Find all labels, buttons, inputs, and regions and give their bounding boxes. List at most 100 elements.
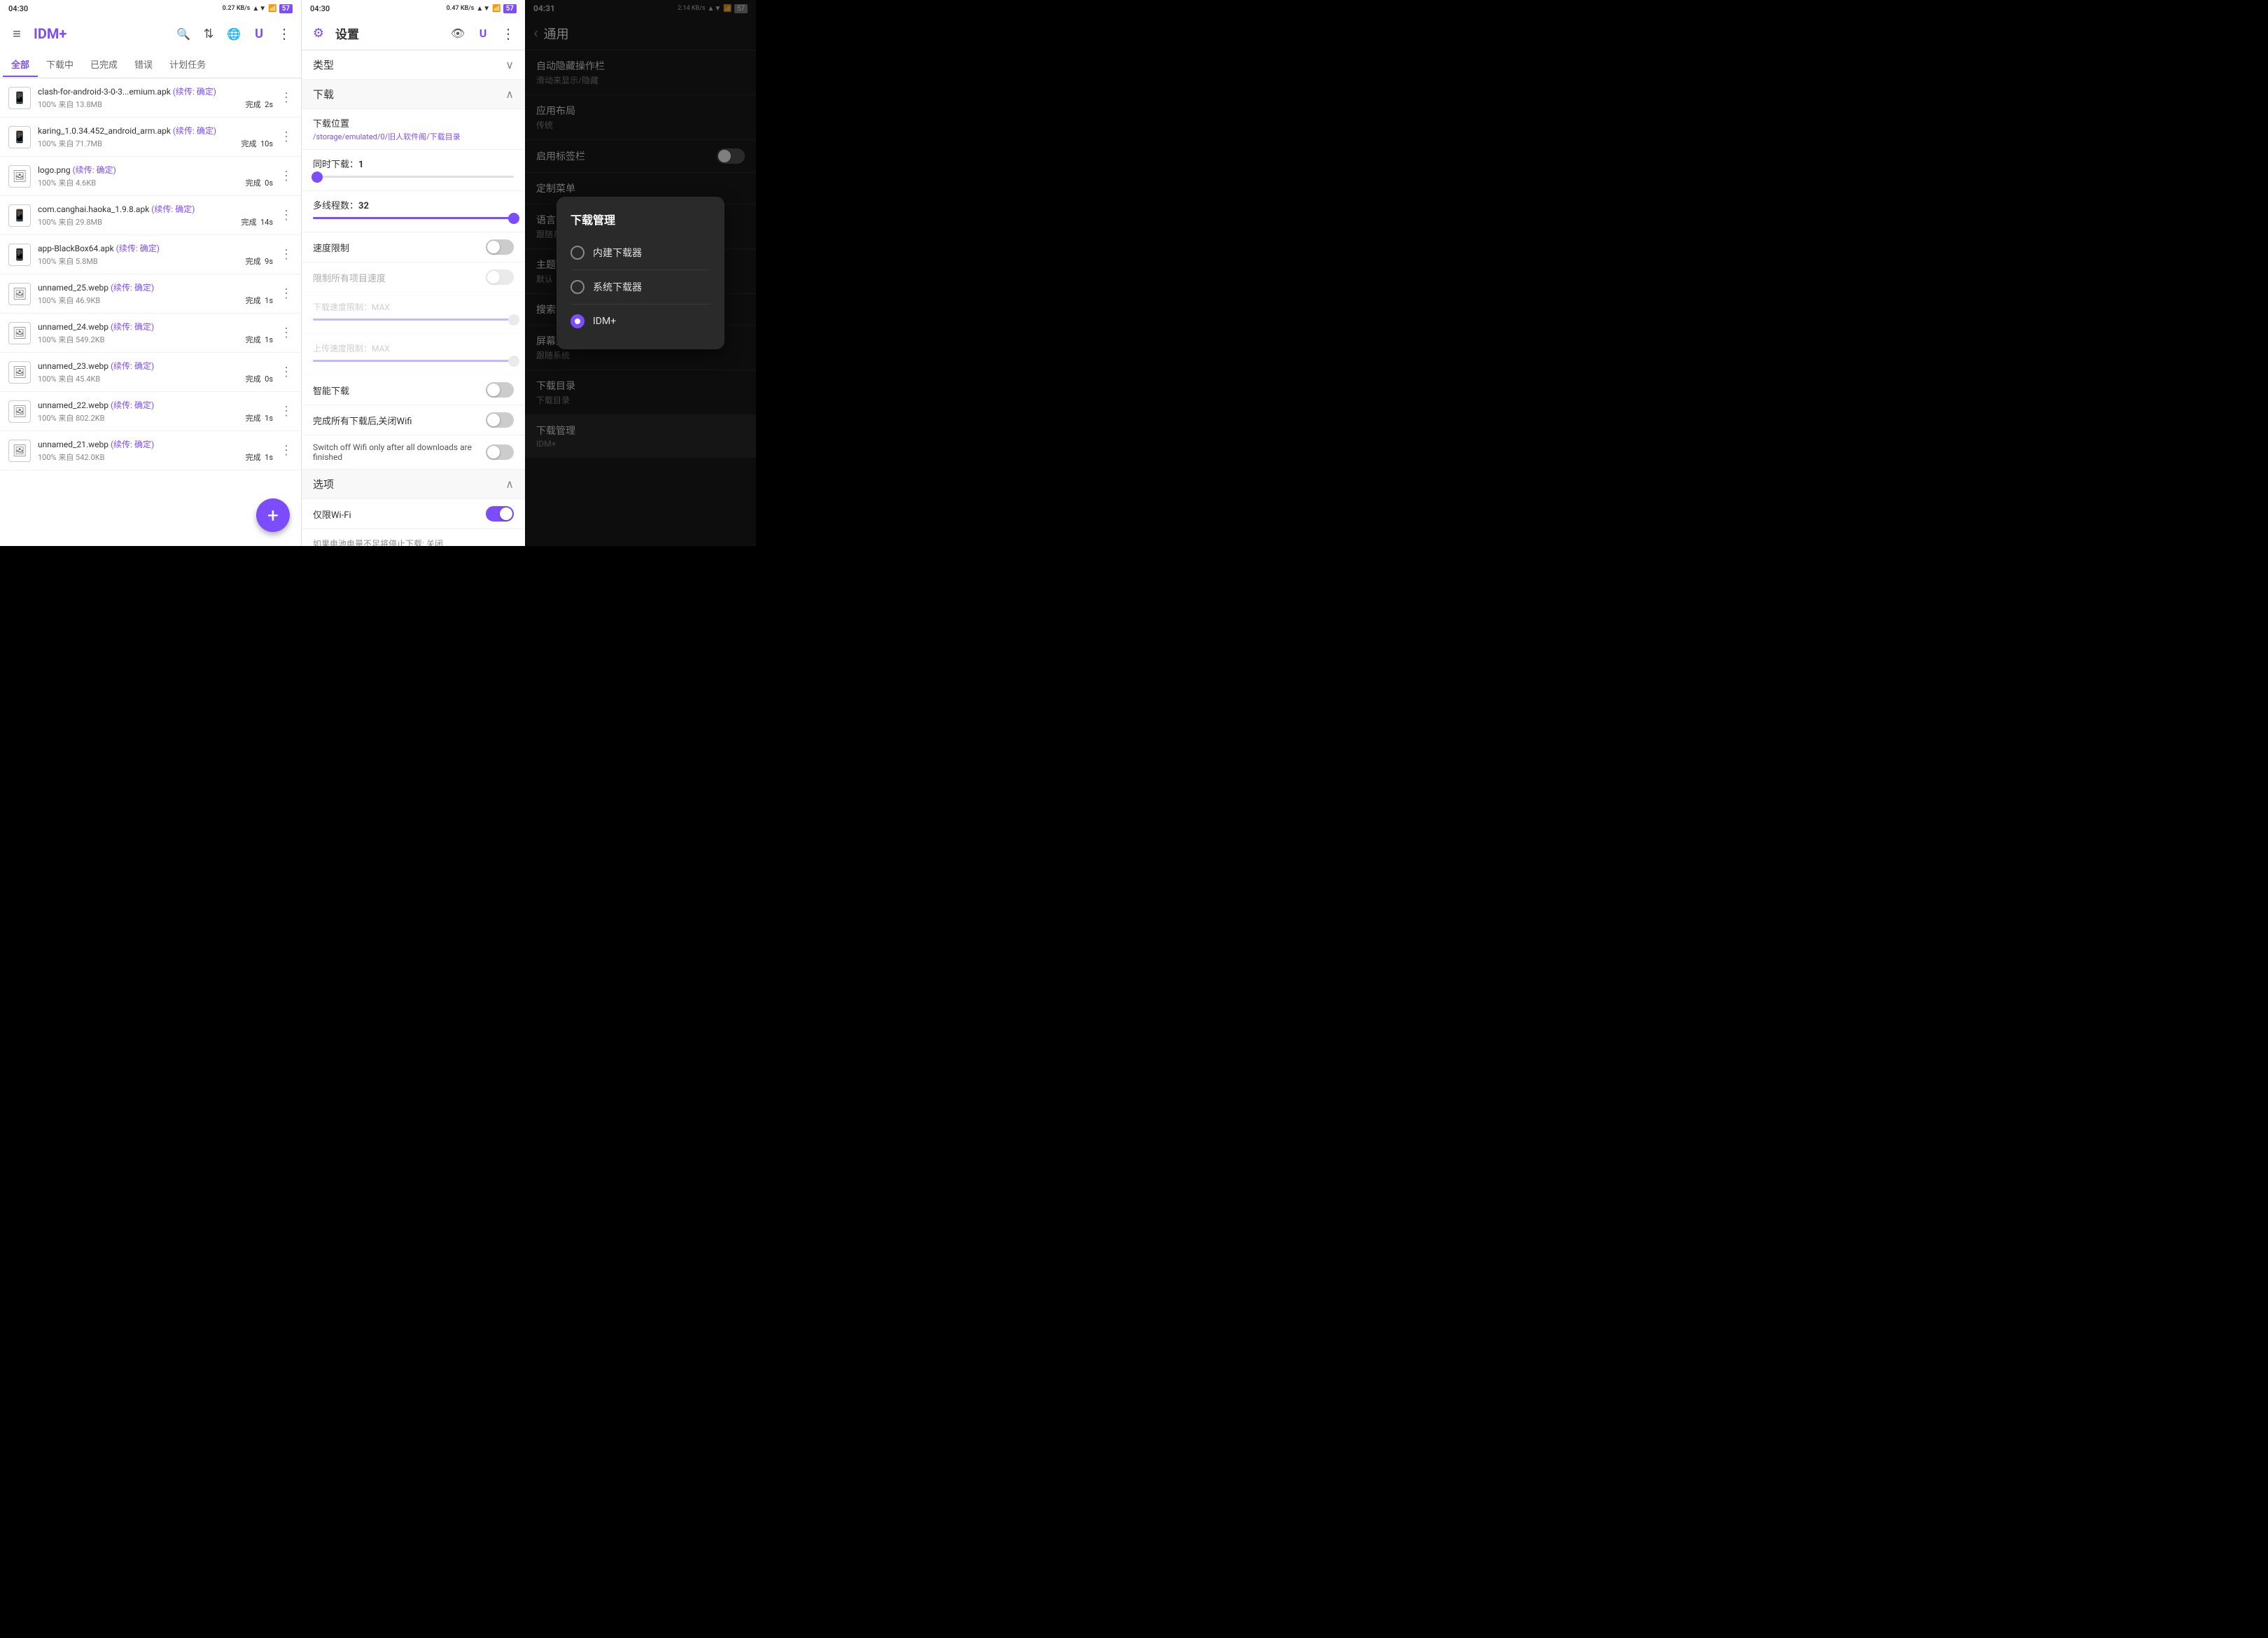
globe-icon[interactable]: 🌐 bbox=[225, 25, 242, 42]
download-name: unnamed_21.webp (续传: 确定) bbox=[38, 438, 273, 450]
tabs-bar: 全部 下载中 已完成 错误 计划任务 bbox=[0, 50, 301, 78]
panel-general-settings: 04:31 2.14 KB/s ▲▼ 📶 57 ‹ 通用 自动隐藏操作栏 滑动来… bbox=[525, 0, 756, 546]
section-type-label: 类型 bbox=[313, 57, 334, 72]
sort-icon[interactable]: ⇅ bbox=[200, 25, 217, 42]
speed-limit-toggle[interactable] bbox=[486, 239, 514, 255]
app-bar-settings: ⚙ 设置 👁 U ⋮ bbox=[302, 17, 525, 50]
eye-icon[interactable]: 👁 bbox=[449, 25, 466, 42]
download-info: app-BlackBox64.apk (续传: 确定) 100% 来自 5.8M… bbox=[38, 242, 273, 267]
tab-scheduled[interactable]: 计划任务 bbox=[161, 52, 214, 76]
setting-wifi-only[interactable]: 仅限Wi-Fi bbox=[302, 499, 525, 529]
magnet-icon[interactable]: U bbox=[251, 25, 267, 42]
limit-all-speed-toggle bbox=[486, 270, 514, 285]
download-info: logo.png (续传: 确定) 100% 来自 4.6KB 完成 0s bbox=[38, 164, 273, 188]
list-item[interactable]: 🖼 unnamed_22.webp (续传: 确定) 100% 来自 802.2… bbox=[0, 392, 301, 431]
more-icon2[interactable]: ⋮ bbox=[500, 25, 517, 42]
radio-builtin[interactable] bbox=[570, 246, 584, 260]
panel-download-list: 04:30 0.27 KB/s ▲▼ 📶 57 ≡ IDM+ 🔍 ⇅ 🌐 U ⋮… bbox=[0, 0, 301, 546]
item-more-icon[interactable]: ⋮ bbox=[280, 208, 293, 223]
tab-all[interactable]: 全部 bbox=[3, 52, 38, 76]
download-info: com.canghai.haoka_1.9.8.apk (续传: 确定) 100… bbox=[38, 203, 273, 227]
setting-speed-limit[interactable]: 速度限制 bbox=[302, 232, 525, 262]
radio-idm[interactable] bbox=[570, 314, 584, 328]
close-wifi-toggle[interactable] bbox=[486, 412, 514, 428]
item-more-icon[interactable]: ⋮ bbox=[280, 169, 293, 183]
dialog-option-builtin-label: 内建下载器 bbox=[593, 246, 642, 260]
list-item[interactable]: 🖼 unnamed_24.webp (续传: 确定) 100% 来自 549.2… bbox=[0, 314, 301, 353]
tab-completed[interactable]: 已完成 bbox=[82, 52, 126, 76]
setting-download-location[interactable]: 下载位置 /storage/emulated/0/旧人软件阁/下载目录 bbox=[302, 109, 525, 150]
switch-off-wifi-toggle[interactable] bbox=[486, 444, 514, 460]
download-info: unnamed_23.webp (续传: 确定) 100% 来自 45.4KB … bbox=[38, 360, 273, 384]
download-info: clash-for-android-3-0-3...emium.apk (续传:… bbox=[38, 85, 273, 110]
dialog-overlay[interactable]: 下载管理 内建下载器 系统下载器 IDM+ bbox=[525, 0, 756, 546]
item-more-icon[interactable]: ⋮ bbox=[280, 247, 293, 262]
search-icon[interactable]: 🔍 bbox=[175, 25, 192, 42]
section-options-label: 选项 bbox=[313, 477, 334, 491]
download-name: unnamed_22.webp (续传: 确定) bbox=[38, 399, 273, 411]
tab-error[interactable]: 错误 bbox=[126, 52, 161, 76]
download-meta: 100% 来自 549.2KB 完成 1s bbox=[38, 334, 273, 345]
chevron-up-icon: ∧ bbox=[505, 88, 514, 101]
tab-downloading[interactable]: 下载中 bbox=[38, 52, 82, 76]
time-panel1: 04:30 bbox=[8, 4, 28, 13]
threads-slider[interactable] bbox=[313, 211, 514, 225]
setting-concurrent: 同时下载：1 bbox=[302, 150, 525, 191]
time-panel2: 04:30 bbox=[310, 4, 330, 13]
close-wifi-label: 完成所有下载后,关闭Wifi bbox=[313, 414, 486, 427]
section-options-header[interactable]: 选项 ∧ bbox=[302, 470, 525, 499]
panel-settings: 04:30 0.47 KB/s ▲▼ 📶 57 ⚙ 设置 👁 U ⋮ 类型 ∨ … bbox=[301, 0, 525, 546]
item-more-icon[interactable]: ⋮ bbox=[280, 90, 293, 105]
list-item[interactable]: 📱 app-BlackBox64.apk (续传: 确定) 100% 来自 5.… bbox=[0, 235, 301, 274]
item-more-icon[interactable]: ⋮ bbox=[280, 286, 293, 301]
app-title: IDM+ bbox=[34, 25, 167, 42]
download-name: unnamed_23.webp (续传: 确定) bbox=[38, 360, 273, 372]
item-more-icon[interactable]: ⋮ bbox=[280, 404, 293, 419]
download-meta: 100% 来自 802.2KB 完成 1s bbox=[38, 412, 273, 424]
dialog-option-builtin[interactable]: 内建下载器 bbox=[570, 239, 710, 267]
dialog-option-idm[interactable]: IDM+ bbox=[570, 307, 710, 335]
dialog-option-system[interactable]: 系统下载器 bbox=[570, 273, 710, 301]
signal-icon2: ▲▼ bbox=[476, 5, 490, 13]
list-item[interactable]: 📱 com.canghai.haoka_1.9.8.apk (续传: 确定) 1… bbox=[0, 196, 301, 235]
list-item[interactable]: 🖼 unnamed_21.webp (续传: 确定) 100% 来自 542.0… bbox=[0, 431, 301, 470]
setting-close-wifi[interactable]: 完成所有下载后,关闭Wifi bbox=[302, 405, 525, 435]
concurrent-slider[interactable] bbox=[313, 170, 514, 183]
item-more-icon[interactable]: ⋮ bbox=[280, 365, 293, 379]
section-type-header[interactable]: 类型 ∨ bbox=[302, 50, 525, 80]
download-meta: 100% 来自 29.8MB 完成 14s bbox=[38, 216, 273, 227]
section-download-header[interactable]: 下载 ∧ bbox=[302, 80, 525, 109]
dialog-option-system-label: 系统下载器 bbox=[593, 280, 642, 294]
download-name: clash-for-android-3-0-3...emium.apk (续传:… bbox=[38, 85, 273, 97]
download-list: 📱 clash-for-android-3-0-3...emium.apk (续… bbox=[0, 78, 301, 546]
menu-icon[interactable]: ≡ bbox=[8, 25, 25, 42]
list-item[interactable]: 📱 clash-for-android-3-0-3...emium.apk (续… bbox=[0, 78, 301, 118]
setting-switch-off-wifi[interactable]: Switch off Wifi only after all downloads… bbox=[302, 435, 525, 470]
smart-download-toggle[interactable] bbox=[486, 382, 514, 398]
signal-icon: ▲▼ bbox=[252, 5, 266, 13]
list-item[interactable]: 🖼 unnamed_23.webp (续传: 确定) 100% 来自 45.4K… bbox=[0, 353, 301, 392]
list-item[interactable]: 🖼 unnamed_25.webp (续传: 确定) 100% 来自 46.9K… bbox=[0, 274, 301, 314]
wifi-icon2: 📶 bbox=[492, 5, 500, 13]
download-name: karing_1.0.34.452_android_arm.apk (续传: 确… bbox=[38, 125, 273, 136]
list-item[interactable]: 🖼 logo.png (续传: 确定) 100% 来自 4.6KB 完成 0s … bbox=[0, 157, 301, 196]
wifi-only-label: 仅限Wi-Fi bbox=[313, 507, 486, 521]
status-bar-panel2: 04:30 0.47 KB/s ▲▼ 📶 57 bbox=[302, 0, 525, 17]
setting-smart-download[interactable]: 智能下载 bbox=[302, 375, 525, 405]
wifi-only-toggle[interactable] bbox=[486, 506, 514, 522]
magnet-icon2[interactable]: U bbox=[475, 25, 491, 42]
download-info: unnamed_25.webp (续传: 确定) 100% 来自 46.9KB … bbox=[38, 281, 273, 306]
item-more-icon[interactable]: ⋮ bbox=[280, 130, 293, 144]
more-icon[interactable]: ⋮ bbox=[276, 25, 293, 42]
fab-add-button[interactable]: + bbox=[256, 498, 290, 532]
chevron-down-icon: ∨ bbox=[505, 58, 514, 71]
download-location-value: /storage/emulated/0/旧人软件阁/下载目录 bbox=[313, 131, 514, 142]
download-meta: 100% 来自 5.8MB 完成 9s bbox=[38, 255, 273, 267]
radio-system[interactable] bbox=[570, 280, 584, 294]
download-info: unnamed_21.webp (续传: 确定) 100% 来自 542.0KB… bbox=[38, 438, 273, 463]
download-speed-limit-label: 下载速度限制：MAX bbox=[313, 302, 390, 312]
item-more-icon[interactable]: ⋮ bbox=[280, 326, 293, 340]
item-more-icon[interactable]: ⋮ bbox=[280, 443, 293, 458]
list-item[interactable]: 📱 karing_1.0.34.452_android_arm.apk (续传:… bbox=[0, 118, 301, 157]
setting-threads: 多线程数：32 bbox=[302, 191, 525, 232]
